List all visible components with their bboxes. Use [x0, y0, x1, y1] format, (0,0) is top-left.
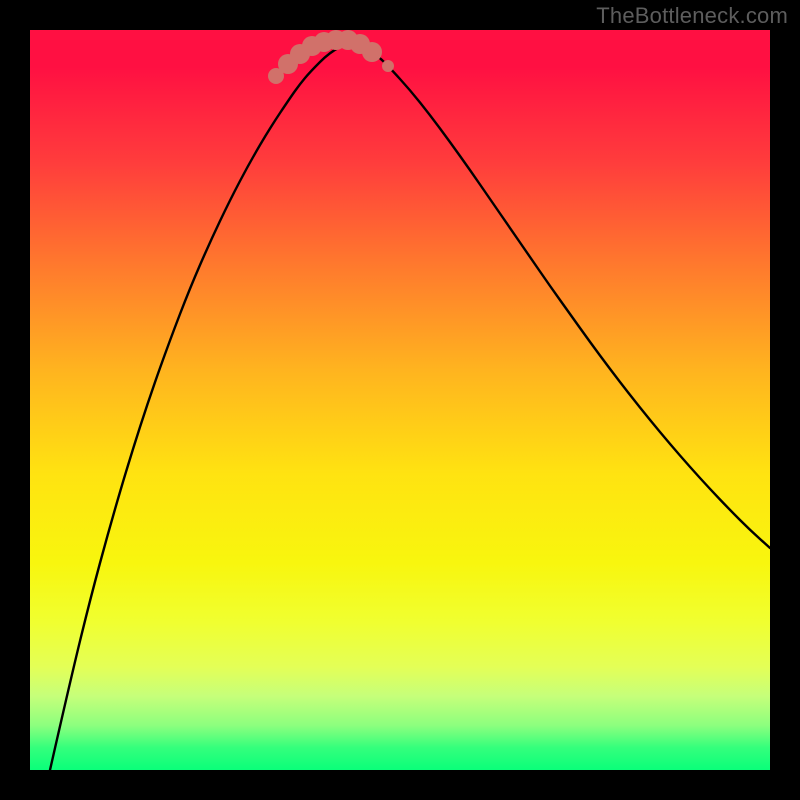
watermark-label: TheBottleneck.com — [596, 3, 788, 29]
trough-marker — [382, 60, 394, 72]
curve-layer — [30, 30, 770, 770]
chart-frame: TheBottleneck.com — [0, 0, 800, 800]
bottleneck-curve — [50, 44, 770, 770]
trough-marker — [362, 42, 382, 62]
plot-area — [30, 30, 770, 770]
trough-marker-group — [268, 30, 394, 84]
